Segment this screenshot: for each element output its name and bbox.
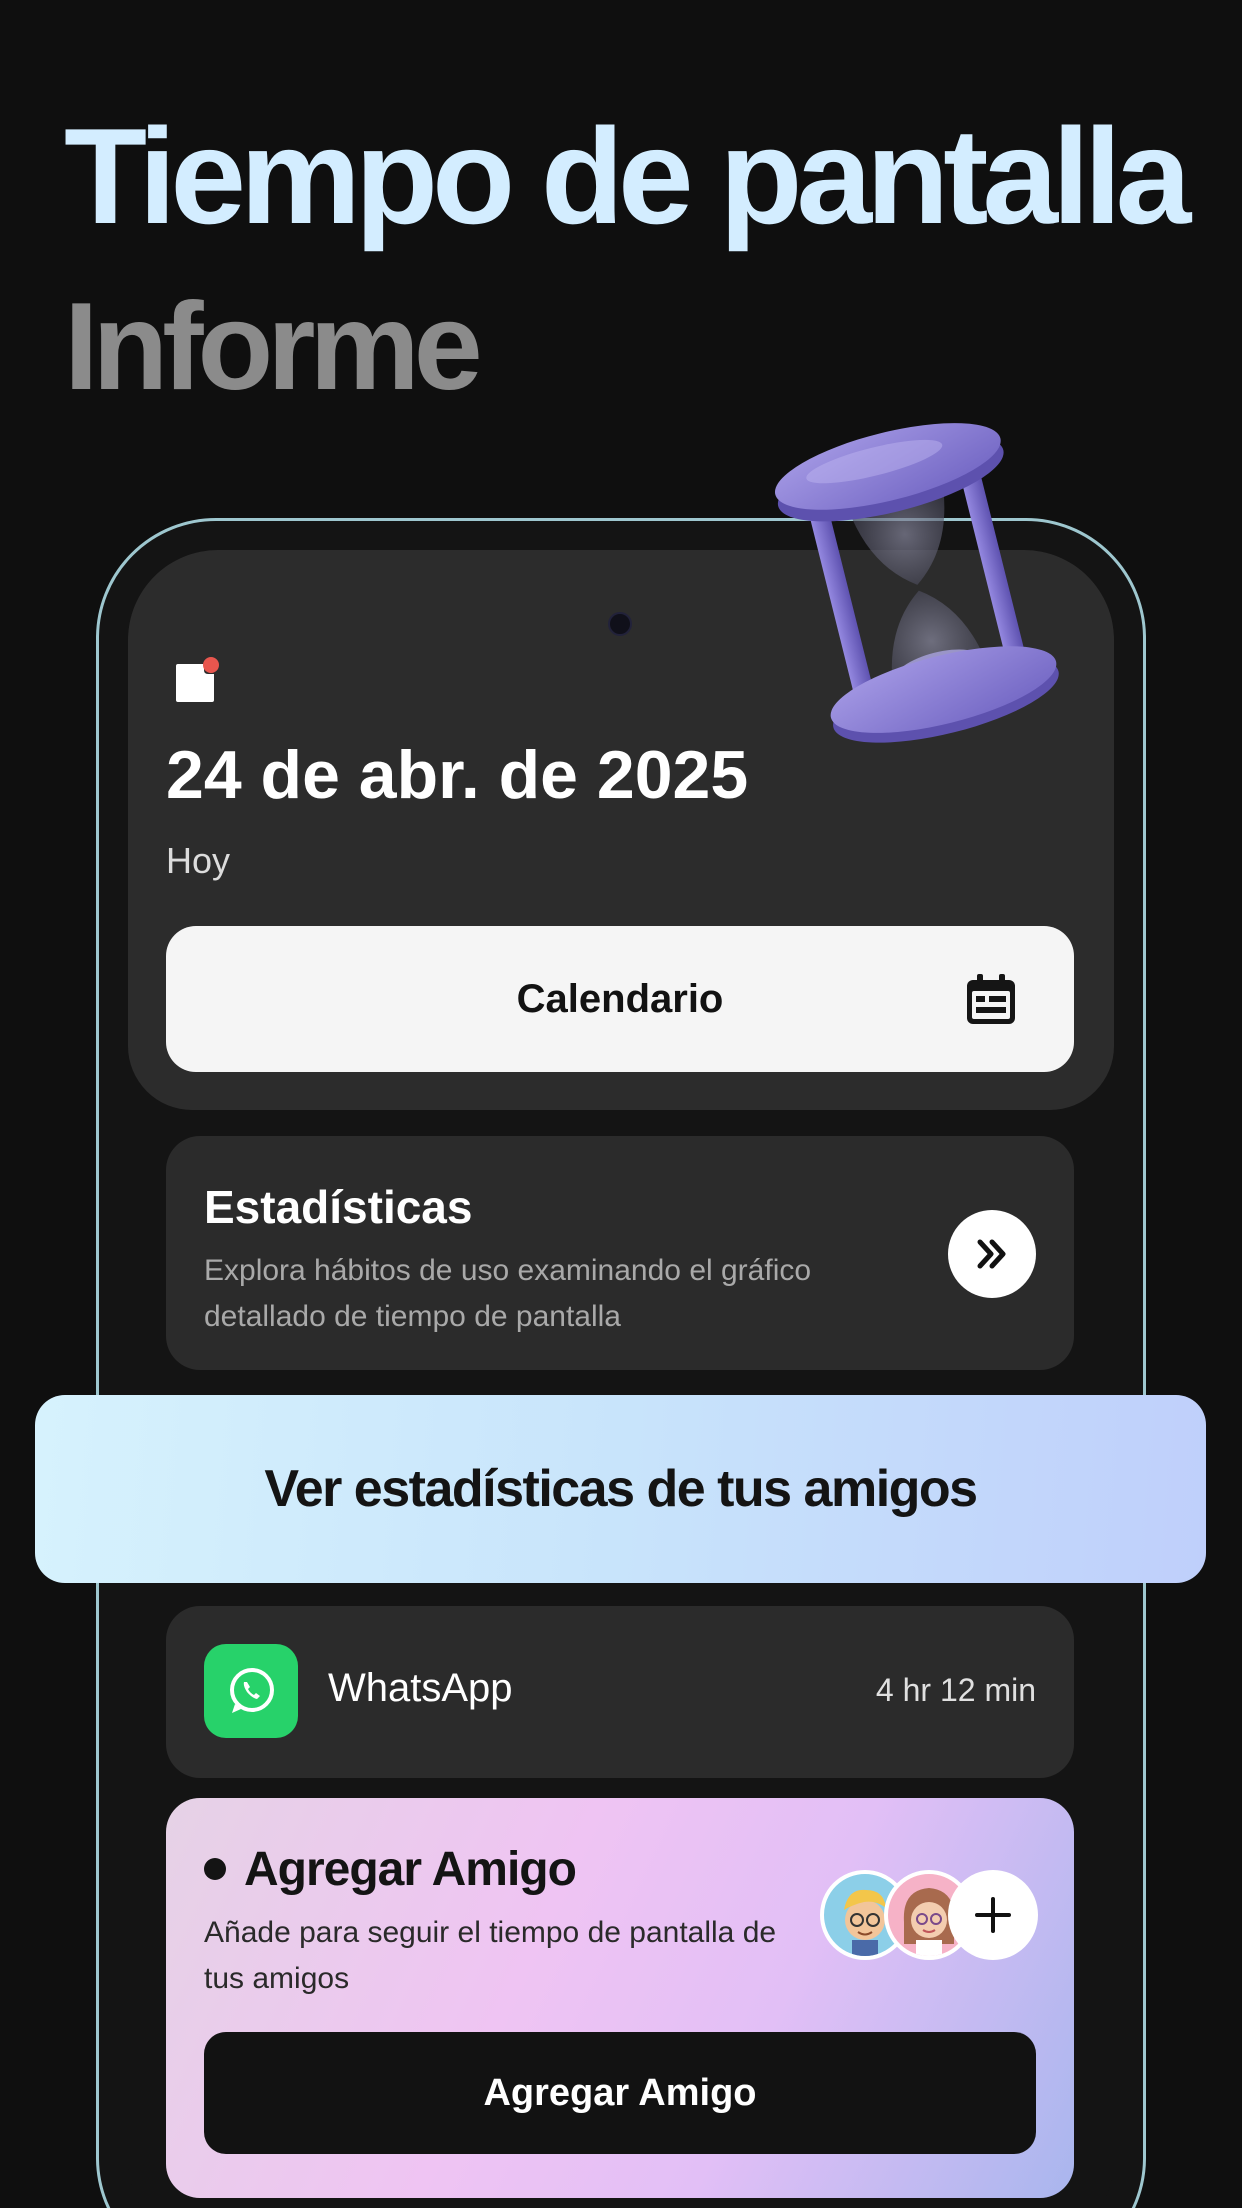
add-friend-card: Agregar Amigo Añade para seguir el tiemp… — [166, 1798, 1074, 2198]
app-name: WhatsApp — [328, 1666, 513, 1710]
add-friend-button[interactable]: Agregar Amigo — [204, 2032, 1036, 2154]
note-icon[interactable] — [174, 656, 220, 704]
add-friend-description: Añade para seguir el tiempo de pantalla … — [204, 1916, 777, 1995]
double-chevron-right-icon — [977, 1239, 1006, 1269]
calendar-icon — [967, 974, 1015, 1024]
front-camera — [608, 612, 632, 636]
bullet-dot — [204, 1858, 226, 1880]
day-label: Hoy — [166, 840, 231, 881]
hero-title: Tiempo de pantalla — [64, 100, 1191, 252]
calendar-button-label: Calendario — [516, 976, 724, 1021]
plus-icon — [975, 1897, 1011, 1933]
add-friend-button-label: Agregar Amigo — [483, 2071, 757, 2114]
whatsapp-icon — [204, 1644, 298, 1738]
view-friends-stats-banner[interactable]: Ver estadísticas de tus amigos — [35, 1395, 1206, 1583]
calendar-button[interactable]: Calendario — [166, 926, 1074, 1072]
view-friends-stats-label: Ver estadísticas de tus amigos — [264, 1460, 978, 1518]
add-friend-title: Agregar Amigo — [244, 1843, 577, 1896]
hourglass-icon — [774, 423, 1059, 743]
friend-avatars — [820, 1870, 1038, 1960]
add-friend-plus-button[interactable] — [948, 1870, 1038, 1960]
selected-date: 24 de abr. de 2025 — [166, 737, 749, 813]
statistics-open-button[interactable] — [948, 1210, 1036, 1298]
phone-screen: 24 de abr. de 2025 Hoy Calendario Estadí… — [128, 550, 1114, 2208]
app-usage-time: 4 hr 12 min — [875, 1672, 1036, 1708]
statistics-card[interactable]: Estadísticas Explora hábitos de uso exam… — [166, 1136, 1074, 1370]
app-usage-row[interactable]: WhatsApp 4 hr 12 min — [166, 1606, 1074, 1778]
hero-subtitle: Informe — [64, 278, 483, 416]
statistics-title: Estadísticas — [204, 1181, 473, 1233]
statistics-description: Explora hábitos de uso examinando el grá… — [204, 1254, 812, 1333]
